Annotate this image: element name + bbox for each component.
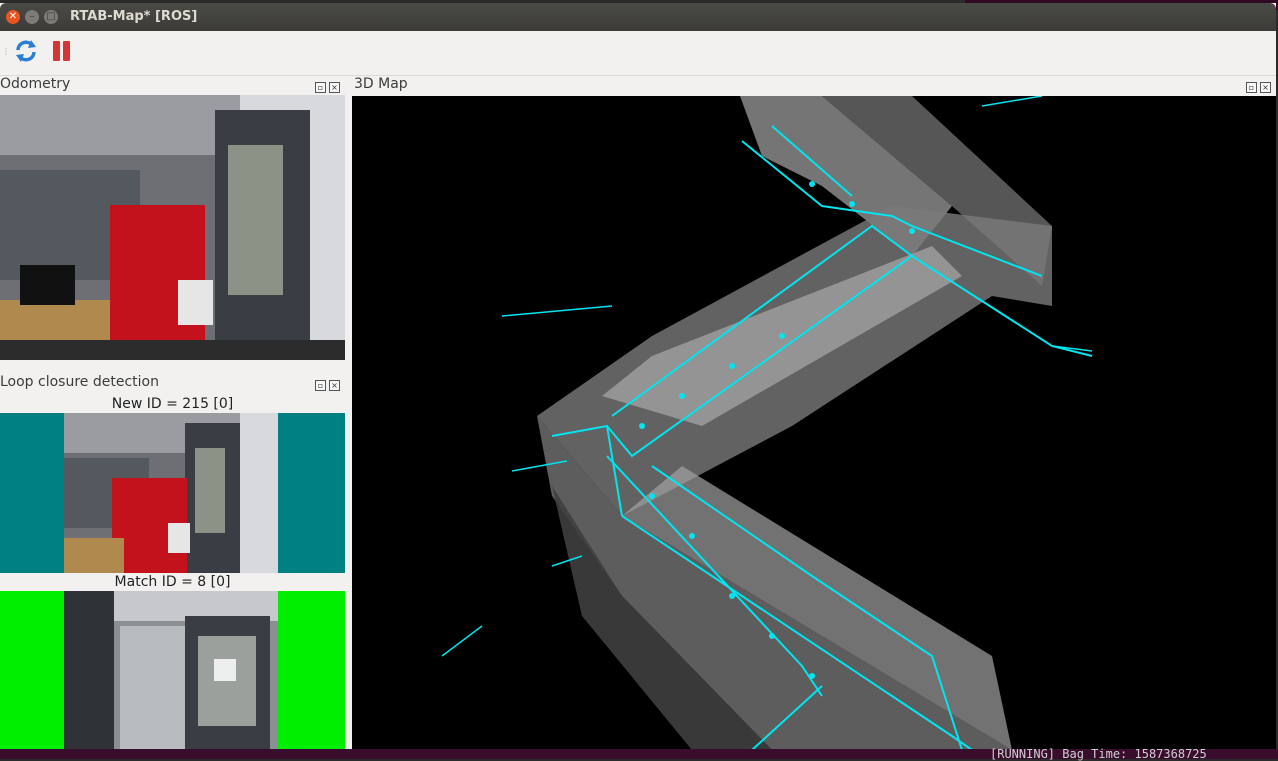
odometry-camera-image (0, 95, 345, 360)
odometry-dock-controls: ▫ × (312, 79, 340, 94)
close-dock-icon[interactable]: × (329, 82, 340, 93)
minimize-window-button[interactable]: – (25, 10, 39, 24)
toolbar: ⋮ (0, 31, 1276, 76)
refresh-button[interactable] (12, 37, 40, 65)
odometry-dock-title: Odometry (0, 76, 71, 92)
3d-map-viewport[interactable] (352, 96, 1276, 750)
close-dock-icon[interactable]: × (329, 380, 340, 391)
close-window-button[interactable]: ✕ (6, 10, 20, 24)
title-bar[interactable]: ✕ – □ RTAB-Map* [ROS] (0, 3, 1276, 31)
loop-closure-dock-title: Loop closure detection (0, 374, 159, 390)
float-dock-icon[interactable]: ▫ (1246, 82, 1257, 93)
toolbar-grip-handle[interactable]: ⋮ (2, 47, 10, 56)
pause-button[interactable] (50, 37, 74, 65)
match-node-image (0, 591, 345, 750)
match-id-label: Match ID = 8 [0] (114, 574, 231, 590)
3d-map-dock-controls: ▫ × (1243, 79, 1271, 94)
window-title: RTAB-Map* [ROS] (70, 9, 198, 24)
new-node-image (0, 413, 345, 573)
float-dock-icon[interactable]: ▫ (315, 82, 326, 93)
loop-closure-dock-controls: ▫ × (312, 377, 340, 392)
3d-map-dock-title: 3D Map (354, 76, 408, 92)
refresh-icon (16, 40, 36, 62)
point-cloud-map (441, 96, 1093, 750)
float-dock-icon[interactable]: ▫ (315, 380, 326, 391)
new-id-label: New ID = 215 [0] (111, 396, 234, 412)
maximize-window-button[interactable]: □ (44, 10, 58, 24)
close-dock-icon[interactable]: × (1260, 82, 1271, 93)
